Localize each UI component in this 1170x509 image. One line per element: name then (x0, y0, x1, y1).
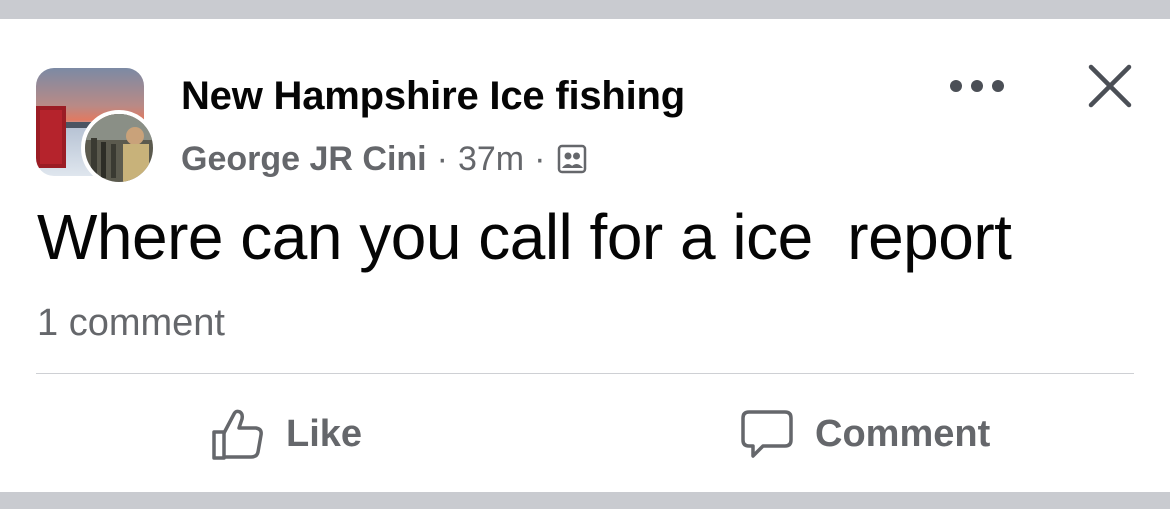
more-options-button[interactable] (946, 66, 1008, 106)
user-avatar[interactable] (81, 110, 157, 186)
more-horizontal-icon (950, 80, 962, 92)
close-button[interactable] (1086, 62, 1134, 110)
meta-separator: · (534, 139, 546, 178)
post-time[interactable]: 37m (458, 140, 524, 179)
comment-label: Comment (815, 412, 991, 455)
feed-separator-bottom (0, 492, 1170, 509)
group-name[interactable]: New Hampshire Ice fishing (181, 74, 685, 119)
divider (36, 373, 1134, 374)
author-name[interactable]: George JR Cini (181, 140, 427, 179)
comment-count[interactable]: 1 comment (37, 302, 225, 345)
comment-button[interactable]: Comment (739, 402, 990, 466)
thumbs-up-icon (210, 406, 266, 462)
post-text: Where can you call for a ice report (37, 201, 1012, 273)
speech-bubble-icon (739, 406, 795, 462)
like-button[interactable]: Like (210, 402, 362, 466)
feed-separator-top (0, 0, 1170, 19)
meta-separator: · (436, 139, 448, 178)
close-icon (1088, 64, 1132, 108)
group-audience-icon (557, 144, 587, 174)
post-meta: George JR Cini · 37m · (181, 137, 587, 181)
like-label: Like (286, 412, 363, 455)
